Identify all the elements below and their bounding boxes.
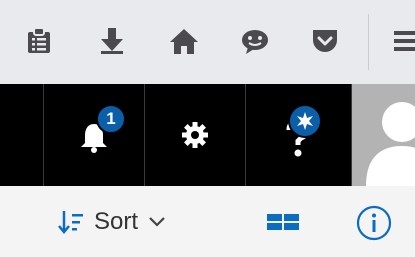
chat-icon[interactable] [240,26,270,56]
chevron-down-icon [149,217,165,227]
whats-new-badge [288,104,322,138]
gear-icon [182,122,208,148]
pocket-icon[interactable] [310,26,340,56]
sort-icon [58,211,83,234]
menu-icon[interactable] [390,26,415,56]
avatar-silhouette-icon [366,102,415,186]
command-bar: Sort [0,186,415,257]
info-button[interactable] [355,204,393,242]
sparkle-icon [297,112,313,130]
view-layout-button[interactable] [264,208,304,238]
download-icon[interactable] [97,26,127,56]
notification-count-badge: 1 [96,104,126,134]
browser-toolbar [0,0,415,85]
sort-button[interactable]: Sort [58,204,166,240]
toolbar-separator [368,14,369,70]
sort-label: Sort [94,208,139,235]
notifications-button[interactable]: 1 [44,84,144,186]
clipboard-list-icon[interactable] [24,26,54,56]
settings-button[interactable] [145,84,245,186]
help-button[interactable] [246,84,351,186]
view-layout-icon [267,214,299,230]
info-icon [356,205,392,241]
home-icon[interactable] [169,26,199,56]
avatar[interactable] [352,84,415,186]
